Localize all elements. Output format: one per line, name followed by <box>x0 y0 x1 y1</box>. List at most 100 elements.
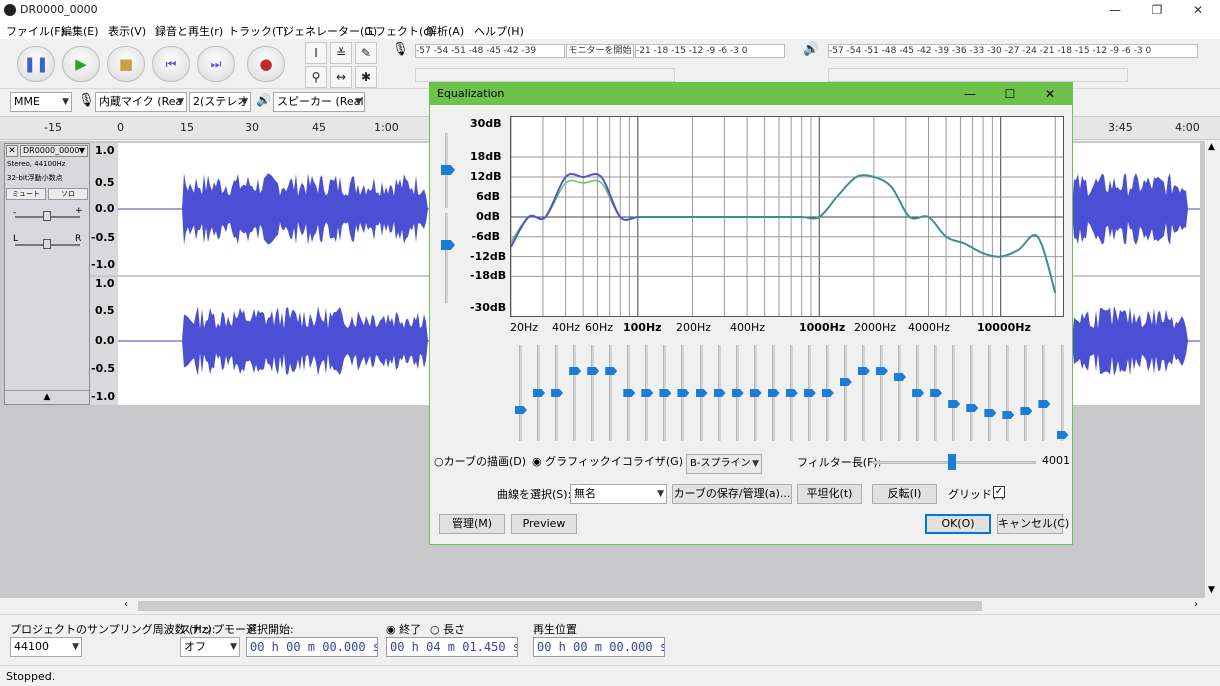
eq-band-slider[interactable] <box>970 345 974 441</box>
eq-band-slider-thumb[interactable] <box>803 389 816 397</box>
playback-device-select[interactable]: スピーカー (Real ▼ <box>273 92 365 112</box>
channels-select[interactable]: 2(ステレオ ▼ <box>189 92 251 112</box>
eq-band-slider-thumb[interactable] <box>695 389 708 397</box>
skip-start-button[interactable]: ⏮ <box>152 46 190 82</box>
dialog-maximize-button[interactable]: ☐ <box>990 83 1030 105</box>
record-volume-slider[interactable] <box>415 68 675 82</box>
eq-band-slider-thumb[interactable] <box>966 404 979 412</box>
preview-button[interactable]: Preview <box>511 514 577 534</box>
gain-slider-thumb[interactable] <box>43 211 51 221</box>
max-db-slider-thumb[interactable] <box>441 165 455 175</box>
eq-band-slider-thumb[interactable] <box>731 389 744 397</box>
eq-band-slider[interactable] <box>1024 345 1028 441</box>
eq-band-slider[interactable] <box>988 345 992 441</box>
dialog-close-button[interactable]: ✕ <box>1030 83 1070 105</box>
eq-band-slider-thumb[interactable] <box>641 389 654 397</box>
menu-generate[interactable]: ジェネレーター(G) <box>283 23 377 39</box>
min-db-slider-thumb[interactable] <box>441 240 455 250</box>
record-button[interactable]: ● <box>247 46 285 82</box>
playback-meter[interactable]: -57 -54 -51 -48 -45 -42 -39 -36 -33 -30 … <box>828 44 1198 58</box>
vertical-scrollbar[interactable]: ▲ ▼ <box>1205 141 1220 598</box>
eq-band-slider[interactable] <box>609 345 613 441</box>
dialog-minimize-button[interactable]: — <box>950 83 990 105</box>
solo-button[interactable]: ソロ <box>48 188 88 200</box>
snap-mode-select[interactable]: オフ ▼ <box>180 637 240 657</box>
minimize-button[interactable]: — <box>1095 0 1135 20</box>
eq-band-slider-thumb[interactable] <box>677 389 690 397</box>
eq-band-slider-thumb[interactable] <box>930 389 943 397</box>
eq-band-slider-thumb[interactable] <box>839 378 852 386</box>
min-db-slider[interactable] <box>445 213 448 303</box>
menu-effect[interactable]: エフェクト(c) <box>364 23 434 39</box>
eq-band-slider-thumb[interactable] <box>821 389 834 397</box>
selection-tool[interactable]: I <box>305 42 327 64</box>
horizontal-scroll-thumb[interactable] <box>138 601 982 611</box>
select-curve-dropdown[interactable]: 無名 ▼ <box>570 484 667 504</box>
eq-band-slider-thumb[interactable] <box>659 389 672 397</box>
timeshift-tool[interactable]: ↔ <box>330 66 352 88</box>
eq-band-slider[interactable] <box>591 345 595 441</box>
envelope-tool[interactable]: ≚ <box>330 42 352 64</box>
pause-button[interactable]: ❚❚ <box>17 46 55 82</box>
filter-length-slider-thumb[interactable] <box>948 454 956 470</box>
track-name-button[interactable]: DR0000_0000 ▼ <box>20 145 88 157</box>
eq-band-slider[interactable] <box>861 345 865 441</box>
play-button[interactable]: ▶ <box>62 46 100 82</box>
eq-band-slider-thumb[interactable] <box>894 373 907 381</box>
eq-band-slider-thumb[interactable] <box>912 389 925 397</box>
length-radio[interactable]: ○ 長さ <box>430 621 465 637</box>
menu-tracks[interactable]: トラック(T) <box>228 23 287 39</box>
collapse-track-button[interactable]: ▲ <box>5 390 89 404</box>
end-radio[interactable]: ◉ 終了 <box>386 621 421 637</box>
eq-band-slider-thumb[interactable] <box>1020 407 1033 415</box>
graphic-eq-radio[interactable]: ◉ グラフィックイコライザ(G) <box>532 453 683 469</box>
eq-band-slider-thumb[interactable] <box>984 409 997 417</box>
menu-transport[interactable]: 録音と再生(r) <box>155 23 223 39</box>
ok-button[interactable]: OK(O) <box>925 514 991 534</box>
multi-tool[interactable]: ✱ <box>355 66 377 88</box>
eq-band-slider[interactable] <box>1042 345 1046 441</box>
scroll-right-icon[interactable]: › <box>1194 599 1198 610</box>
eq-band-slider-thumb[interactable] <box>605 367 618 375</box>
menu-file[interactable]: ファイル(F) <box>6 23 65 39</box>
eq-band-slider[interactable] <box>1060 345 1064 441</box>
draw-curves-radio[interactable]: ○カーブの描画(D) <box>434 453 526 469</box>
eq-band-slider-thumb[interactable] <box>948 400 961 408</box>
eq-band-slider[interactable] <box>898 345 902 441</box>
eq-band-slider[interactable] <box>843 345 847 441</box>
eq-band-slider-thumb[interactable] <box>587 367 600 375</box>
menu-analyze[interactable]: 解析(A) <box>426 23 464 39</box>
eq-band-slider-thumb[interactable] <box>551 389 564 397</box>
scroll-up-icon[interactable]: ▲ <box>1208 142 1215 152</box>
track-close-button[interactable]: ✕ <box>6 145 18 157</box>
eq-band-slider-thumb[interactable] <box>1056 431 1069 439</box>
scroll-down-icon[interactable]: ▼ <box>1208 585 1215 595</box>
eq-band-slider-thumb[interactable] <box>623 389 636 397</box>
stop-button[interactable]: ■ <box>107 46 145 82</box>
menu-edit[interactable]: 編集(E) <box>61 23 99 39</box>
selection-start-time[interactable]: 00 h 00 m 00.000 s <box>246 637 378 657</box>
eq-curve-graph[interactable] <box>510 116 1064 317</box>
recording-device-select[interactable]: 内蔵マイク (Rea ▼ <box>95 92 187 112</box>
eq-band-slider-thumb[interactable] <box>1002 411 1015 419</box>
eq-band-slider-thumb[interactable] <box>857 367 870 375</box>
scroll-left-icon[interactable]: ‹ <box>124 599 128 610</box>
eq-band-slider[interactable] <box>1006 345 1010 441</box>
eq-band-slider-thumb[interactable] <box>767 389 780 397</box>
invert-button[interactable]: 反転(I) <box>872 484 937 504</box>
selection-end-time[interactable]: 00 h 04 m 01.450 s <box>386 637 518 657</box>
menu-view[interactable]: 表示(V) <box>108 23 146 39</box>
grid-checkbox[interactable]: ✓ <box>993 486 1005 498</box>
playback-position-time[interactable]: 00 h 00 m 00.000 s <box>533 637 665 657</box>
menu-help[interactable]: ヘルプ(H) <box>474 23 524 39</box>
audio-host-select[interactable]: MME ▼ <box>10 92 72 112</box>
skip-end-button[interactable]: ⏭ <box>197 46 235 82</box>
playback-volume-slider[interactable] <box>828 68 1128 82</box>
interpolation-select[interactable]: B-スプライン ▼ <box>686 454 762 474</box>
eq-band-slider-thumb[interactable] <box>1038 400 1051 408</box>
zoom-tool[interactable]: ⚲ <box>305 66 327 88</box>
pan-slider-thumb[interactable] <box>43 239 51 249</box>
eq-band-slider-thumb[interactable] <box>785 389 798 397</box>
sample-rate-select[interactable]: 44100 ▼ <box>10 637 82 657</box>
maximize-button[interactable]: ❐ <box>1137 0 1177 20</box>
